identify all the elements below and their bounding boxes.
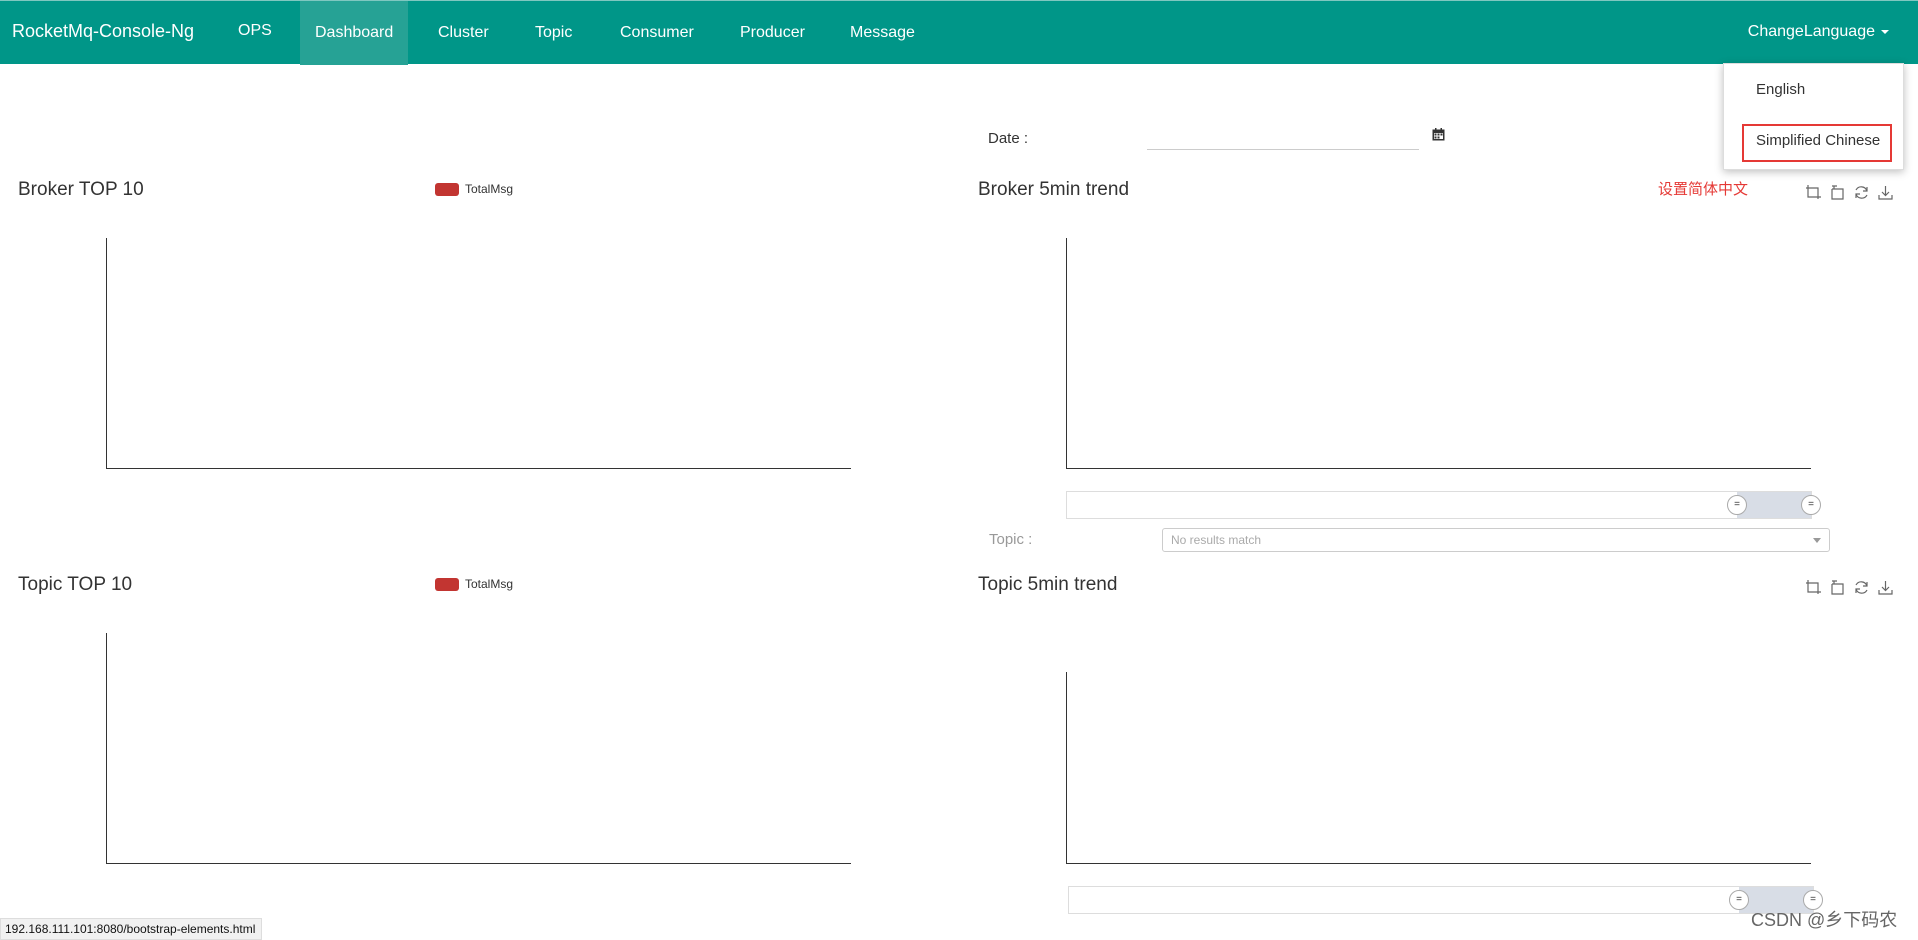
status-bar-url: 192.168.111.101:8080/bootstrap-elements.… — [0, 918, 263, 940]
topic-top-y-axis — [106, 633, 107, 864]
zoom-reset-icon[interactable] — [1829, 184, 1846, 201]
slider-handle-left[interactable]: = — [1729, 890, 1749, 910]
slider-handle-left[interactable]: = — [1727, 495, 1747, 515]
legend-swatch — [435, 578, 459, 592]
change-language-toggle[interactable]: ChangeLanguage — [1748, 1, 1889, 65]
topic-select[interactable]: No results match — [1162, 528, 1830, 552]
brand-title[interactable]: RocketMq-Console-Ng — [12, 21, 194, 42]
topic-trend-datazoom-slider[interactable]: = = — [1068, 886, 1823, 914]
date-input[interactable] — [1147, 128, 1419, 150]
nav-item-producer[interactable]: Producer — [725, 1, 820, 65]
topic-select-placeholder: No results match — [1171, 533, 1262, 547]
watermark-text: CSDN @乡下码农 — [1751, 910, 1898, 930]
broker-trend-y-axis — [1066, 238, 1067, 469]
broker-top-y-axis — [106, 238, 107, 469]
legend-label: TotalMsg — [465, 577, 514, 591]
topic-trend-y-axis — [1066, 672, 1067, 864]
broker-trend-chart-title: Broker 5min trend — [978, 179, 1130, 200]
zoom-reset-icon[interactable] — [1829, 579, 1846, 596]
topic-trend-chart-title: Topic 5min trend — [978, 574, 1118, 595]
topic-trend-toolbox — [1805, 579, 1894, 596]
top-navbar: RocketMq-Console-Ng OPS Dashboard Cluste… — [0, 0, 1918, 65]
topic-top-x-axis — [106, 863, 851, 864]
topic-top-legend[interactable]: TotalMsg — [435, 577, 514, 592]
caret-down-icon — [1881, 29, 1889, 34]
nav-item-message[interactable]: Message — [835, 1, 930, 65]
topic-trend-x-axis — [1066, 863, 1811, 864]
topic-top-chart-title: Topic TOP 10 — [18, 574, 133, 595]
nav-item-ops[interactable]: OPS — [223, 1, 287, 65]
zoom-icon[interactable] — [1805, 579, 1822, 596]
highlight-box — [1742, 124, 1892, 162]
date-label: Date : — [988, 130, 1029, 147]
nav-item-topic[interactable]: Topic — [520, 1, 587, 65]
broker-trend-datazoom-slider[interactable]: = = — [1066, 491, 1821, 519]
select-arrow-icon — [1813, 538, 1821, 543]
restore-icon[interactable] — [1853, 184, 1870, 201]
restore-icon[interactable] — [1853, 579, 1870, 596]
legend-swatch — [435, 183, 459, 197]
calendar-icon[interactable] — [1432, 128, 1445, 141]
broker-top-chart-title: Broker TOP 10 — [18, 179, 144, 200]
annotation-note: 设置简体中文 — [1658, 181, 1749, 198]
zoom-icon[interactable] — [1805, 184, 1822, 201]
nav-item-consumer[interactable]: Consumer — [605, 1, 709, 65]
save-image-icon[interactable] — [1877, 579, 1894, 596]
save-image-icon[interactable] — [1877, 184, 1894, 201]
broker-trend-toolbox — [1805, 184, 1894, 201]
topic-label: Topic : — [989, 531, 1033, 548]
language-option-english[interactable]: English — [1756, 81, 1805, 98]
nav-item-dashboard[interactable]: Dashboard — [300, 1, 409, 65]
change-language-label: ChangeLanguage — [1747, 23, 1875, 40]
broker-trend-x-axis — [1066, 468, 1811, 469]
slider-range — [1737, 492, 1811, 518]
broker-top-x-axis — [106, 468, 851, 469]
broker-top-legend[interactable]: TotalMsg — [435, 182, 514, 197]
legend-label: TotalMsg — [465, 182, 514, 196]
slider-handle-right[interactable]: = — [1801, 495, 1821, 515]
language-dropdown-menu: English Simplified Chinese — [1723, 63, 1904, 170]
nav-item-cluster[interactable]: Cluster — [423, 1, 504, 65]
